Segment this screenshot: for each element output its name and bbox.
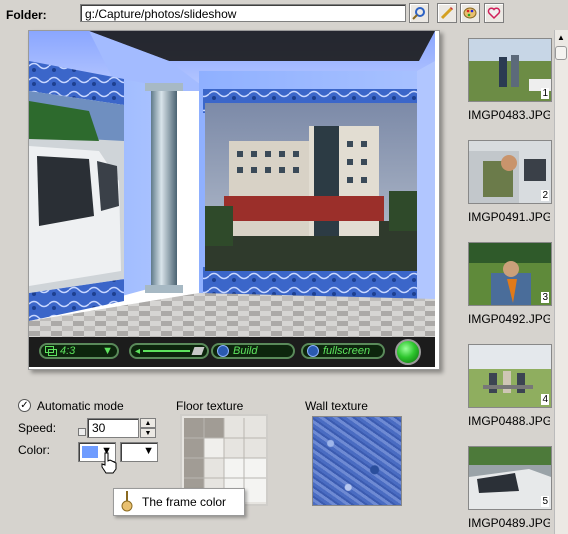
thumbnail-caption: IMGP0489.JPG — [468, 516, 550, 530]
speed-label: Speed: — [18, 421, 57, 435]
thumbnail-5[interactable]: 5 — [468, 446, 552, 510]
thumbnail-caption: IMGP0488.JPG — [468, 414, 550, 428]
speed-decrease-button[interactable]: ▼ — [140, 428, 156, 438]
frame-color-swatch — [82, 446, 98, 458]
thumbnail-caption: IMGP0491.JPG — [468, 210, 550, 224]
gallery-3d-scene — [29, 31, 435, 337]
thumbnail-number: 3 — [541, 292, 549, 303]
fullscreen-icon — [307, 345, 319, 357]
floor-texture-label: Floor texture — [176, 399, 244, 413]
car-photo — [29, 91, 124, 293]
aspect-ratio-icon — [45, 346, 57, 356]
pin-icon — [121, 491, 133, 512]
thumbnail-1[interactable]: 1 — [468, 38, 552, 102]
chevron-down-icon: ▼ — [143, 445, 154, 457]
build-icon — [217, 345, 229, 357]
automatic-mode-label: Automatic mode — [37, 399, 124, 413]
thumbnail-2[interactable]: 2 — [468, 140, 552, 204]
thumbnail-number: 2 — [541, 190, 549, 201]
frame-color-tooltip: The frame color — [113, 488, 245, 516]
folder-label: Folder: — [6, 8, 47, 22]
fullscreen-label: fullscreen — [323, 345, 371, 357]
scrollbar-thumb[interactable] — [555, 46, 567, 60]
scroll-up-icon[interactable]: ▲ — [555, 31, 567, 44]
speaker-icon: ◂ — [135, 345, 141, 357]
wall-texture-preview[interactable] — [312, 416, 402, 506]
speed-input[interactable]: 30 — [87, 418, 139, 438]
thumbnail-scrollbar[interactable] — [554, 30, 568, 534]
building-photo — [205, 103, 417, 271]
favorite-button[interactable] — [484, 3, 504, 23]
pencil-icon — [440, 6, 454, 20]
thumbnail-number: 5 — [541, 496, 549, 507]
palette-icon — [463, 7, 477, 19]
volume-slider[interactable]: ◂ — [129, 343, 209, 359]
automatic-mode-checkbox[interactable]: ✓ — [18, 399, 31, 412]
speed-increase-button[interactable]: ▲ — [140, 418, 156, 428]
volume-track — [143, 350, 190, 352]
thumbnail-3[interactable]: 3 — [468, 242, 552, 306]
spin-up-icon: ▲ — [144, 419, 152, 427]
folder-path-input[interactable]: g:/Capture/photos/slideshow — [80, 4, 406, 22]
fullscreen-button[interactable]: fullscreen — [301, 343, 385, 359]
thumbnail-caption: IMGP0492.JPG — [468, 312, 550, 326]
slideshow-preview: 4:3 ▼ ◂ Build fullscreen — [28, 30, 440, 370]
check-icon: ✓ — [20, 399, 29, 411]
build-button[interactable]: Build — [211, 343, 295, 359]
build-label: Build — [233, 345, 258, 357]
browse-folder-button[interactable] — [409, 3, 429, 23]
color-label: Color: — [18, 443, 51, 457]
play-button[interactable] — [395, 339, 421, 365]
wall-texture-label: Wall texture — [305, 399, 368, 413]
palette-button[interactable] — [460, 3, 480, 23]
thumbnail-4[interactable]: 4 — [468, 344, 552, 408]
thumbnail-caption: IMGP0483.JPG — [468, 108, 550, 122]
thumbnail-list: 1 IMGP0483.JPG 2 IMGP0491.JPG 3 IMGP0492… — [466, 30, 552, 534]
chevron-down-icon: ▼ — [102, 345, 113, 357]
spin-down-icon: ▼ — [144, 429, 152, 437]
preview-control-bar: 4:3 ▼ ◂ Build fullscreen — [29, 337, 435, 367]
aspect-ratio-select[interactable]: 4:3 ▼ — [39, 343, 119, 359]
tooltip-text: The frame color — [142, 495, 227, 509]
speed-link-icon — [78, 428, 86, 436]
volume-handle[interactable] — [191, 347, 205, 355]
secondary-color-picker[interactable]: ▼ — [120, 442, 158, 462]
edit-button[interactable] — [437, 3, 457, 23]
heart-icon — [487, 7, 501, 20]
aspect-ratio-value: 4:3 — [60, 345, 76, 357]
browse-folder-icon — [412, 7, 425, 20]
thumbnail-number: 1 — [541, 88, 549, 99]
hand-cursor-icon — [101, 452, 117, 474]
thumbnail-number: 4 — [541, 394, 549, 405]
